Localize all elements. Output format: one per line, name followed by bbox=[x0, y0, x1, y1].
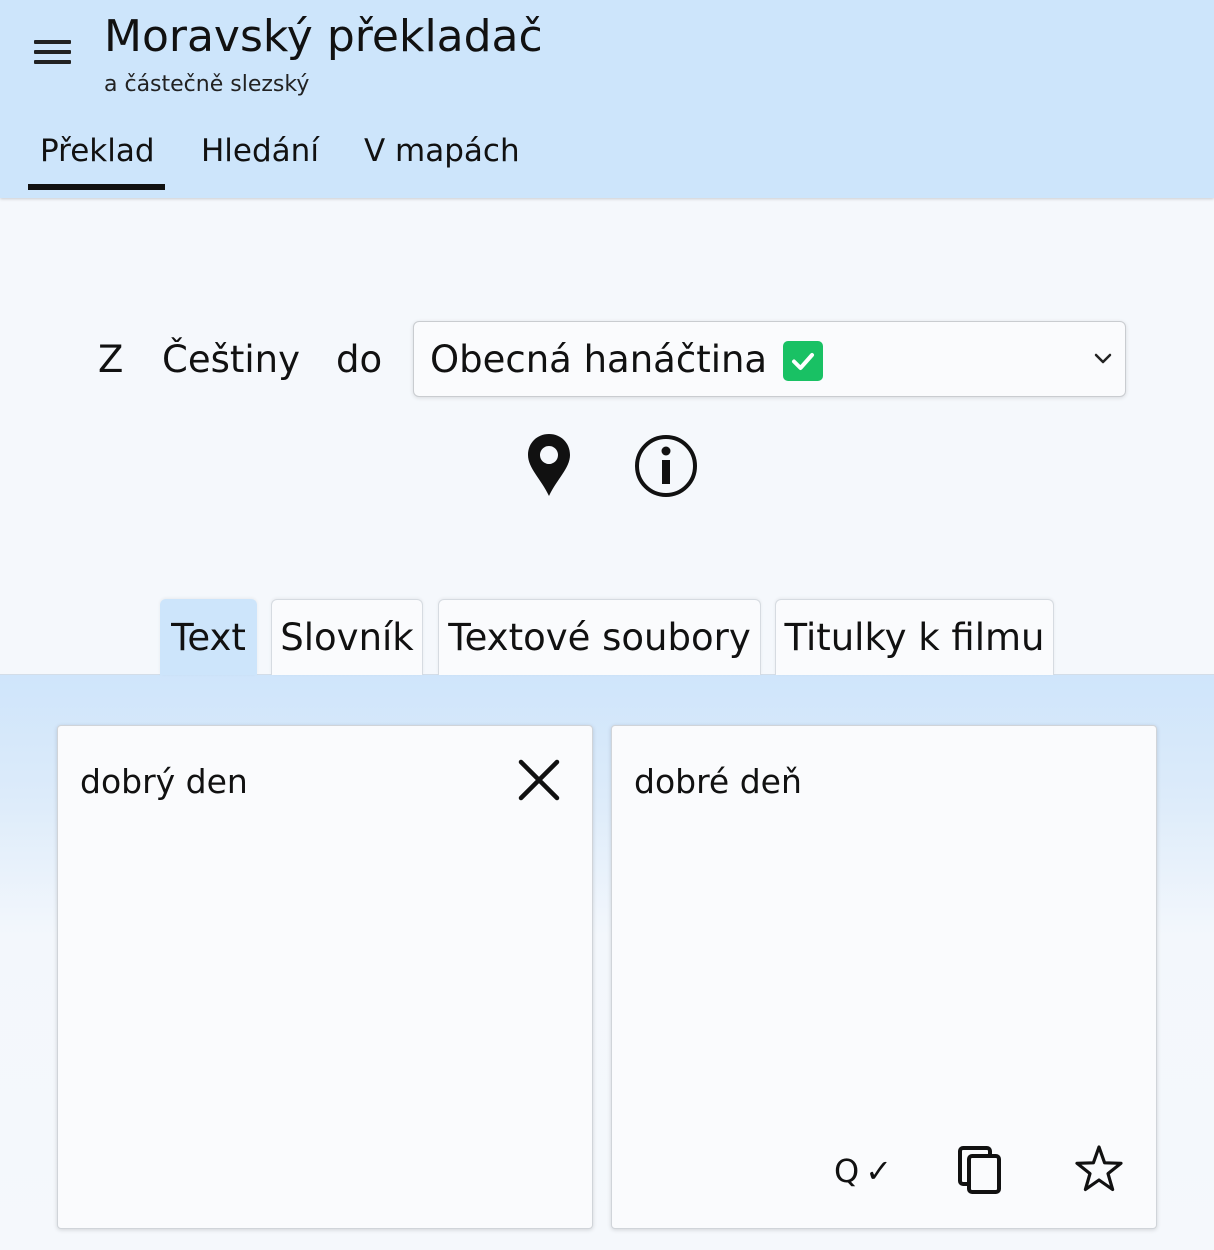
app-header: Moravský překladač a částečně slezský Př… bbox=[0, 0, 1214, 198]
output-panel: dobré deň Q ✓ bbox=[611, 725, 1157, 1229]
tab-textove-soubory[interactable]: Textové soubory bbox=[438, 599, 761, 675]
to-prefix-label: do bbox=[336, 338, 383, 381]
tab-v-mapach[interactable]: V mapách bbox=[364, 128, 520, 174]
star-icon[interactable] bbox=[1074, 1144, 1124, 1194]
tab-hledani[interactable]: Hledání bbox=[201, 128, 319, 174]
source-language-label: Češtiny bbox=[162, 338, 301, 381]
tab-preklad[interactable]: Překlad bbox=[40, 128, 155, 174]
tab-titulky-k-filmu[interactable]: Titulky k filmu bbox=[775, 599, 1054, 675]
copy-icon[interactable] bbox=[956, 1144, 1004, 1196]
map-pin-icon[interactable] bbox=[526, 432, 572, 498]
target-language-value: Obecná hanáčtina bbox=[430, 338, 768, 381]
hamburger-menu-icon[interactable] bbox=[30, 38, 76, 68]
info-circle-icon[interactable] bbox=[634, 434, 698, 498]
active-tab-indicator bbox=[28, 184, 165, 190]
quality-label: Q bbox=[834, 1152, 860, 1190]
output-text: dobré deň bbox=[634, 762, 802, 801]
tab-text[interactable]: Text bbox=[160, 599, 257, 675]
app-subtitle: a částečně slezský bbox=[104, 72, 310, 97]
chevron-down-icon bbox=[1094, 353, 1112, 364]
input-text[interactable]: dobrý den bbox=[80, 760, 248, 804]
input-panel[interactable]: dobrý den bbox=[57, 725, 593, 1229]
from-prefix-label: Z bbox=[98, 338, 124, 381]
app-title: Moravský překladač bbox=[104, 11, 543, 62]
close-icon[interactable] bbox=[516, 757, 562, 803]
tab-slovnik[interactable]: Slovník bbox=[271, 599, 423, 675]
quality-check-icon: ✓ bbox=[865, 1152, 892, 1190]
quality-check-button[interactable]: Q ✓ bbox=[834, 1148, 892, 1194]
target-language-select[interactable]: Obecná hanáčtina bbox=[413, 321, 1126, 397]
green-check-icon bbox=[783, 341, 823, 381]
